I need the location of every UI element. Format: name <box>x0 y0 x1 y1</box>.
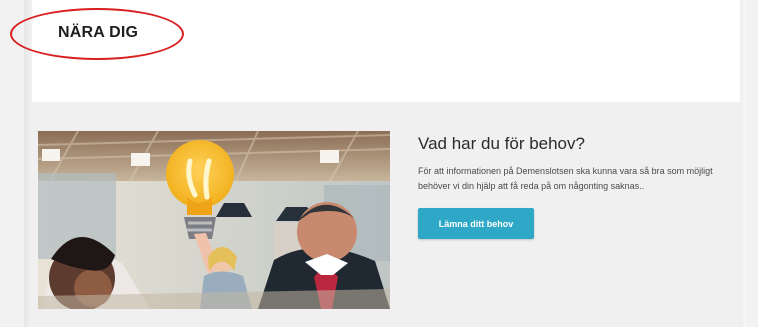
ceiling-lamp-middle <box>131 153 150 166</box>
cta-description: För att informationen på Demenslotsen sk… <box>418 166 713 191</box>
ceiling-lamp-right <box>320 150 339 163</box>
hero-image <box>38 131 390 309</box>
ceiling-lamp-left <box>42 149 60 161</box>
page: NÄRA DIG Vad har du för behov? För att i… <box>0 0 758 327</box>
submit-need-button[interactable]: Lämna ditt behov <box>418 208 534 239</box>
right-border-shadow <box>740 0 746 327</box>
cta-title: Vad har du för behov? <box>418 134 585 153</box>
office-scene-image <box>38 131 390 309</box>
highlight-ellipse <box>10 8 184 60</box>
